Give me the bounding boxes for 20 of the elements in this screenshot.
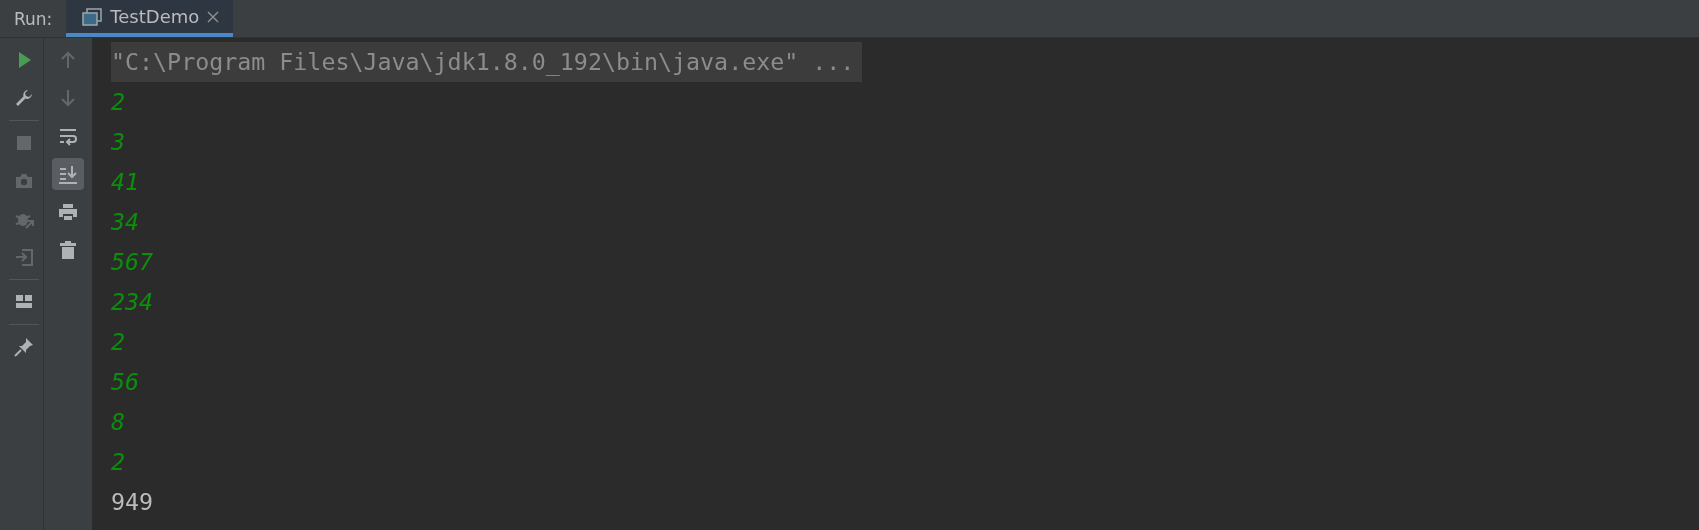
output-line: 2 bbox=[111, 87, 126, 117]
scroll-to-end-icon bbox=[57, 163, 79, 185]
pin-icon bbox=[13, 336, 35, 358]
output-line: 56 bbox=[111, 367, 140, 397]
output-line: 41 bbox=[111, 167, 140, 197]
output-line: 949 bbox=[111, 487, 154, 517]
run-tab[interactable]: TestDemo bbox=[66, 0, 234, 37]
output-line: 2 bbox=[111, 447, 126, 477]
output-line: 34 bbox=[111, 207, 140, 237]
output-line: 8 bbox=[111, 407, 126, 437]
run-label: Run: bbox=[13, 7, 54, 31]
exit-icon bbox=[13, 246, 35, 268]
printer-icon bbox=[57, 201, 79, 223]
trash-icon bbox=[57, 239, 79, 261]
output-line: 2 bbox=[111, 327, 126, 357]
output-line: 3 bbox=[111, 127, 126, 157]
output-line: 234 bbox=[111, 287, 154, 317]
scroll-to-end-button[interactable] bbox=[52, 158, 84, 190]
window-icon bbox=[82, 7, 103, 26]
output-line: 567 bbox=[111, 247, 154, 277]
